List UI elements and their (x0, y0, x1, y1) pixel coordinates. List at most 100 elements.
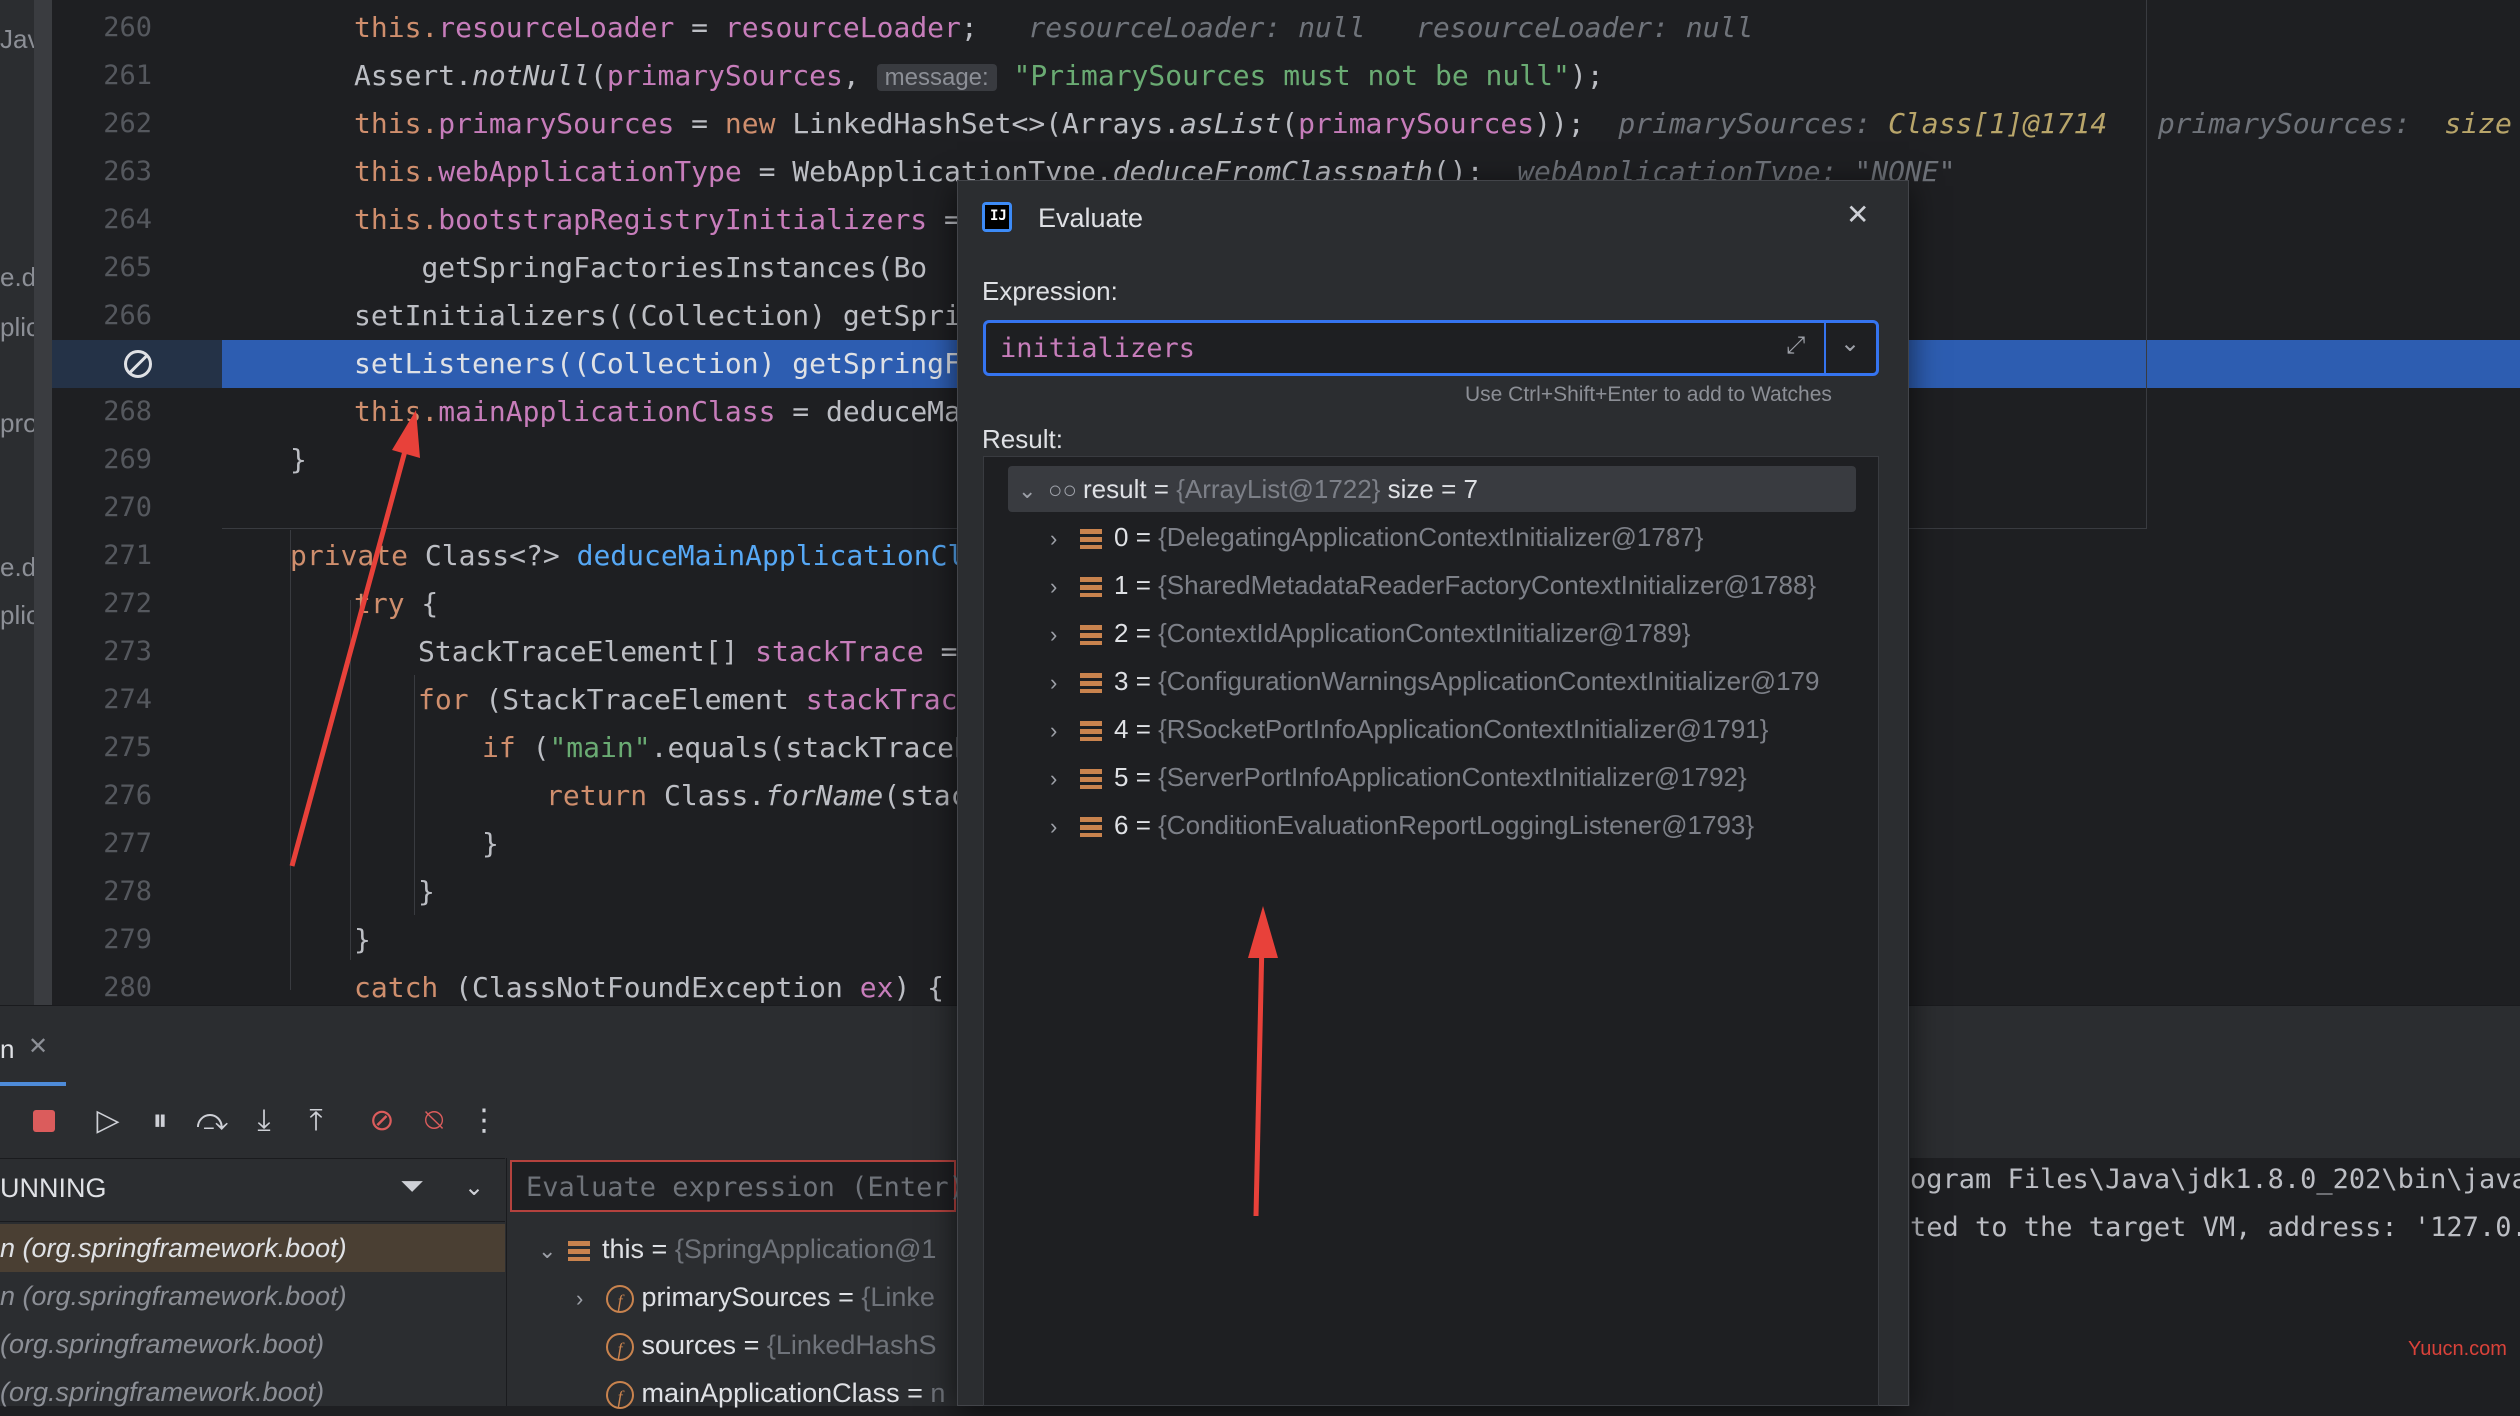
line-number: 261 (103, 60, 152, 91)
result-item[interactable]: › 6 = {ConditionEvaluationReportLoggingLi… (1050, 802, 1754, 850)
disabled-breakpoint-icon[interactable] (124, 350, 152, 378)
chevron-right-icon[interactable]: › (1050, 804, 1080, 850)
variable-row[interactable]: f mainApplicationClass = n (606, 1378, 945, 1409)
line-number: 260 (103, 12, 152, 43)
variable-row[interactable]: f sources = {LinkedHashS (606, 1330, 936, 1361)
result-item[interactable]: › 2 = {ContextIdApplicationContextInitial… (1050, 610, 1690, 658)
variable-row[interactable]: › f primarySources = {Linke (576, 1282, 935, 1313)
parameter-hint: message: (876, 64, 997, 91)
console-line: ogram Files\Java\jdk1.8.0_202\bin\java (1910, 1164, 2520, 1195)
history-dropdown-icon[interactable]: ⌄ (1840, 329, 1860, 357)
console-output[interactable]: ogram Files\Java\jdk1.8.0_202\bin\java t… (1910, 1158, 2520, 1406)
line-number: 275 (103, 732, 152, 763)
filter-icon[interactable]: ⏷ (400, 1169, 424, 1204)
line-number: 263 (103, 156, 152, 187)
line-number: 278 (103, 876, 152, 907)
frame-item[interactable]: n (org.springframework.boot) (0, 1224, 505, 1272)
line-number: 269 (103, 444, 152, 475)
line-number: 266 (103, 300, 152, 331)
code-line-262: this.primarySources = new LinkedHashSet<… (354, 107, 2512, 140)
field-icon: f (606, 1332, 634, 1361)
code-line-275: if ("main".equals(stackTraceEl (482, 731, 988, 764)
chevron-right-icon[interactable]: › (1050, 756, 1080, 802)
result-item[interactable]: › 1 = {SharedMetadataReaderFactoryContext… (1050, 562, 1816, 610)
line-number: 279 (103, 924, 152, 955)
code-line-265: getSpringFactoriesInstances(Bo (421, 251, 928, 284)
project-panel-strip: Java e.de plica prop e.de plica (0, 0, 55, 1005)
expression-input[interactable]: initializers ⤢ ⌄ (983, 320, 1879, 376)
line-number: 276 (103, 780, 152, 811)
list-icon (1080, 817, 1102, 838)
expand-icon[interactable]: ⤢ (1786, 331, 1805, 359)
line-number: 280 (103, 972, 152, 1003)
code-line-264: this.bootstrapRegistryInitializers = r (354, 203, 995, 236)
panel-scrollbar[interactable] (34, 0, 52, 1005)
frames-header: UNNING ⏷ ⌄ (0, 1158, 505, 1222)
list-icon (1080, 577, 1102, 598)
more-options-icon[interactable]: ⋮ (466, 1103, 502, 1139)
variable-row[interactable]: ⌄ this = {SpringApplication@1 (538, 1234, 936, 1265)
code-line-276: return Class.forName(stack (546, 779, 985, 812)
evaluate-placeholder: Evaluate expression (Enter) (526, 1172, 965, 1203)
list-icon (1080, 673, 1102, 694)
result-item[interactable]: › 5 = {ServerPortInfoApplicationContextIn… (1050, 754, 1747, 802)
frame-item[interactable]: n (org.springframework.boot) (0, 1272, 505, 1320)
chevron-right-icon[interactable]: › (1050, 564, 1080, 610)
mute-breakpoints-icon[interactable]: ⍉ (416, 1103, 452, 1139)
code-line-274: for (StackTraceElement stackTraceE (418, 683, 992, 716)
code-line-268: this.mainApplicationClass = deduceMain (354, 395, 995, 428)
close-tab-icon[interactable]: ✕ (28, 1032, 48, 1060)
result-item[interactable]: › 3 = {ConfigurationWarningsApplicationCo… (1050, 658, 1876, 706)
list-icon (1080, 769, 1102, 790)
watermark: Yuucn.com (2408, 1338, 2507, 1360)
evaluate-expression-field[interactable]: Evaluate expression (Enter) (510, 1160, 965, 1212)
step-into-icon[interactable]: ⤓ (246, 1103, 282, 1139)
line-number: 270 (103, 492, 152, 523)
pause-icon[interactable]: ⏸ (142, 1103, 178, 1139)
dialog-title: Evaluate (1038, 203, 1144, 233)
chevron-right-icon[interactable]: › (1050, 660, 1080, 706)
watch-hint: Use Ctrl+Shift+Enter to add to Watches (1465, 383, 1832, 406)
annotation-arrow (1248, 906, 1278, 1217)
result-root[interactable]: ⌄ ○○ result = {ArrayList@1722} size = 7 (1008, 466, 1478, 514)
resume-icon[interactable]: ▷ (90, 1103, 126, 1139)
code-line-279: } (354, 923, 371, 956)
field-icon: f (606, 1380, 634, 1409)
line-number: 273 (103, 636, 152, 667)
debug-tab[interactable]: n (0, 1034, 14, 1065)
view-breakpoints-icon[interactable]: ⊘ (364, 1103, 400, 1139)
line-number: 264 (103, 204, 152, 235)
line-number: 277 (103, 828, 152, 859)
line-number: 262 (103, 108, 152, 139)
annotation-arrow (289, 410, 420, 867)
line-number: 268 (103, 396, 152, 427)
chevron-right-icon[interactable]: › (576, 1286, 606, 1312)
list-icon (1080, 529, 1102, 550)
stop-icon[interactable] (26, 1103, 62, 1139)
thread-status[interactable]: UNNING (0, 1173, 107, 1204)
chevron-right-icon[interactable]: › (1050, 516, 1080, 562)
console-line: ted to the target VM, address: '127.0.0 (1910, 1212, 2520, 1243)
chevron-down-icon[interactable]: ⌄ (1008, 468, 1048, 514)
frame-item[interactable]: (org.springframework.boot) (0, 1368, 505, 1416)
expression-label: Expression: (982, 276, 1118, 306)
intellij-logo-icon: IJ (982, 202, 1012, 232)
step-out-icon[interactable]: ⤒ (298, 1103, 334, 1139)
line-number: 272 (103, 588, 152, 619)
code-line-260: this.resourceLoader = resourceLoader; re… (354, 11, 1754, 44)
code-line-266: setInitializers((Collection) getSpring (354, 299, 995, 332)
chevron-down-icon[interactable]: ⌄ (538, 1238, 568, 1264)
field-icon: f (606, 1284, 634, 1313)
frame-item[interactable]: (org.springframework.boot) (0, 1320, 505, 1368)
result-item[interactable]: › 0 = {DelegatingApplicationContextInitia… (1050, 514, 1703, 562)
chevron-right-icon[interactable]: › (1050, 708, 1080, 754)
chevron-down-icon[interactable]: ⌄ (464, 1173, 484, 1201)
step-over-icon[interactable]: ⤼ (194, 1103, 230, 1139)
chevron-right-icon[interactable]: › (1050, 612, 1080, 658)
list-icon (1080, 721, 1102, 742)
close-icon[interactable]: ✕ (1846, 198, 1869, 231)
result-item[interactable]: › 4 = {RSocketPortInfoApplicationContextI… (1050, 706, 1768, 754)
line-number: 265 (103, 252, 152, 283)
list-icon (568, 1240, 590, 1261)
code-line-261: Assert.notNull(primarySources, message: … (354, 59, 1604, 92)
